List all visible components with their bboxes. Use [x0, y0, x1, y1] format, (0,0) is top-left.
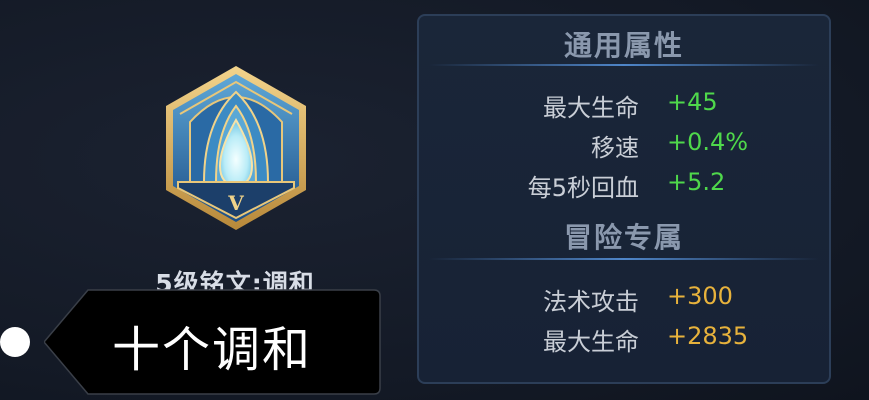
caption-text: 十个调和	[112, 322, 313, 378]
section-divider	[429, 64, 819, 66]
stat-row: 每5秒回血 +5.2	[419, 168, 829, 202]
stat-label: 最大生命	[543, 328, 639, 356]
attribute-panel: 通用属性 最大生命 +45 移速 +0.4% 每5秒回血 +5.2 冒险专属 法…	[417, 14, 831, 384]
stat-row: 法术攻击 +300	[419, 282, 829, 316]
stat-label: 法术攻击	[543, 288, 639, 316]
stat-value: +45	[667, 88, 718, 116]
harmony-inscription-emblem-icon: V	[160, 62, 312, 234]
stat-row: 移速 +0.4%	[419, 128, 829, 162]
section-divider	[429, 258, 819, 260]
stat-value: +2835	[667, 322, 749, 350]
stat-value: +300	[667, 282, 733, 310]
adventure-attributes-title: 冒险专属	[563, 221, 684, 254]
stat-value: +0.4%	[667, 128, 749, 156]
stat-row: 最大生命 +45	[419, 88, 829, 122]
pointer-dot	[0, 327, 30, 357]
stat-value: +5.2	[667, 168, 726, 196]
general-attributes-title: 通用属性	[563, 29, 684, 62]
stat-label: 最大生命	[543, 94, 639, 122]
stat-row: 最大生命 +2835	[419, 322, 829, 356]
svg-text:V: V	[227, 191, 244, 215]
stat-label: 每5秒回血	[527, 174, 639, 202]
caption-tooltip: 十个调和	[44, 288, 381, 396]
stat-label: 移速	[591, 134, 639, 162]
